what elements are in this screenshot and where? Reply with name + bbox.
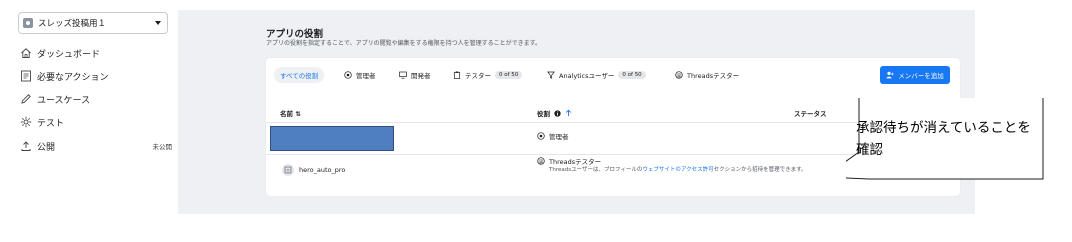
admin-icon xyxy=(537,132,545,140)
gear-icon xyxy=(20,116,32,128)
table-row-user: hero_auto_pro xyxy=(282,164,345,176)
column-role-header[interactable]: 役割 xyxy=(537,108,572,118)
sidebar-item-label: ダッシュボード xyxy=(37,49,101,60)
info-icon xyxy=(554,109,561,117)
table-row-role: 管理者 xyxy=(537,131,569,141)
sidebar: スレッズ投稿用１ ダッシュボード 必要なアクション ユースケース テスト 公開 … xyxy=(0,0,178,242)
tab-tester[interactable]: テスター 0 of 50 xyxy=(453,67,523,83)
caret-down-icon xyxy=(155,21,161,25)
sidebar-item-label: ユースケース xyxy=(37,95,91,106)
svg-text:@: @ xyxy=(677,73,682,79)
unpublished-badge: 未公開 xyxy=(152,143,173,151)
role-label: Threadsテスター xyxy=(549,158,602,166)
tab-label: 管理者 xyxy=(356,72,376,80)
checklist-icon xyxy=(20,70,32,82)
tab-all-roles[interactable]: すべての役割 xyxy=(274,67,325,83)
pencil-icon xyxy=(20,93,32,105)
role-label: 管理者 xyxy=(549,133,569,141)
tab-label: テスター xyxy=(465,72,491,80)
app-selector[interactable]: スレッズ投稿用１ xyxy=(18,12,168,34)
column-name-header[interactable]: 名前 ⇅ xyxy=(280,108,301,118)
home-icon xyxy=(20,47,32,59)
table-row-role: @ Threadsテスター xyxy=(537,156,601,166)
filter-icon xyxy=(547,71,555,79)
column-status-header[interactable]: ステータス xyxy=(794,108,827,118)
threads-icon: @ xyxy=(675,71,683,79)
sidebar-item-label: 公開 xyxy=(37,142,56,153)
sidebar-item-label: 必要なアクション xyxy=(37,72,109,83)
threads-icon: @ xyxy=(537,157,545,165)
sidebar-item-use-cases[interactable]: ユースケース xyxy=(20,90,172,108)
tab-analytics-user[interactable]: Analyticsユーザー 0 of 50 xyxy=(547,67,646,83)
tab-label: Analyticsユーザー xyxy=(559,72,615,80)
page-subtitle: アプリの役割を指定することで、アプリの閲覧や編集をする権限を持つ人を管理すること… xyxy=(266,40,541,47)
user-name[interactable]: hero_auto_pro xyxy=(299,166,345,174)
sidebar-item-dashboard[interactable]: ダッシュボード xyxy=(20,44,172,62)
redacted-user-name xyxy=(270,126,394,151)
tab-developer[interactable]: 開発者 xyxy=(399,67,431,83)
website-permissions-link[interactable]: ウェブサイトのアクセス許可 xyxy=(642,167,713,173)
tab-label: 開発者 xyxy=(411,72,431,80)
analytics-count-badge: 0 of 50 xyxy=(618,71,646,79)
tab-label: Threadsテスター xyxy=(687,72,740,80)
tab-label: すべての役割 xyxy=(280,72,319,80)
tester-count-badge: 0 of 50 xyxy=(495,71,523,79)
app-icon xyxy=(23,18,33,28)
role-tabs: すべての役割 管理者 開発者 テスター 0 of 50 Analyticsユーザ… xyxy=(266,58,960,90)
sidebar-item-required-actions[interactable]: 必要なアクション xyxy=(20,67,172,85)
callout-text: 承認待ちが消えていることを確認 xyxy=(856,120,1031,158)
sidebar-item-label: テスト xyxy=(37,118,65,129)
tab-threads-tester[interactable]: @ Threadsテスター xyxy=(675,67,739,83)
clipboard-icon xyxy=(453,71,461,79)
svg-text:@: @ xyxy=(539,159,544,165)
monitor-icon xyxy=(399,71,407,79)
admin-icon xyxy=(344,71,352,79)
role-description: Threadsユーザーは、プロフィールのウェブサイトのアクセス許可セクションから… xyxy=(549,167,807,173)
sidebar-item-test[interactable]: テスト xyxy=(20,113,172,131)
sidebar-item-publish[interactable]: 公開 未公開 xyxy=(20,137,172,155)
avatar xyxy=(282,164,294,176)
app-name: スレッズ投稿用１ xyxy=(38,19,107,29)
add-person-icon xyxy=(886,71,894,79)
upload-icon xyxy=(20,140,32,152)
add-member-label: メンバーを追加 xyxy=(898,72,944,80)
add-member-button[interactable]: メンバーを追加 xyxy=(880,66,950,84)
tab-admin[interactable]: 管理者 xyxy=(344,67,376,83)
sort-arrow-up-icon[interactable] xyxy=(565,109,572,117)
